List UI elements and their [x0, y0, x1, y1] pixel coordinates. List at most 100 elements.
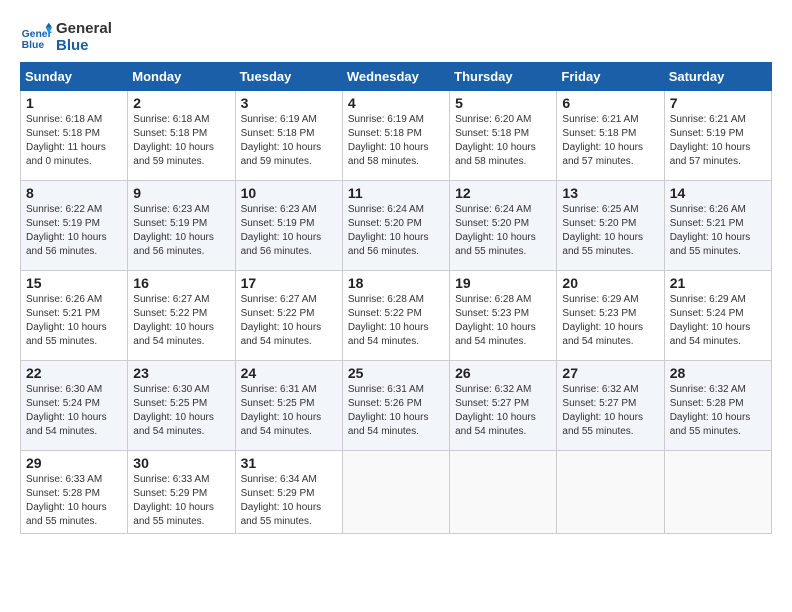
- day-info: Sunrise: 6:27 AM Sunset: 5:22 PM Dayligh…: [241, 293, 337, 349]
- day-number: 25: [348, 365, 444, 381]
- day-number: 14: [670, 185, 766, 201]
- day-number: 30: [133, 455, 229, 471]
- day-info: Sunrise: 6:30 AM Sunset: 5:25 PM Dayligh…: [133, 383, 229, 439]
- day-number: 5: [455, 95, 551, 111]
- day-number: 15: [26, 275, 122, 291]
- day-number: 18: [348, 275, 444, 291]
- calendar-cell: 22 Sunrise: 6:30 AM Sunset: 5:24 PM Dayl…: [21, 361, 128, 451]
- calendar-cell: 12 Sunrise: 6:24 AM Sunset: 5:20 PM Dayl…: [450, 181, 557, 271]
- calendar-cell: 25 Sunrise: 6:31 AM Sunset: 5:26 PM Dayl…: [342, 361, 449, 451]
- day-info: Sunrise: 6:18 AM Sunset: 5:18 PM Dayligh…: [26, 113, 122, 169]
- calendar-cell: 27 Sunrise: 6:32 AM Sunset: 5:27 PM Dayl…: [557, 361, 664, 451]
- day-number: 31: [241, 455, 337, 471]
- logo: General Blue General Blue: [20, 20, 112, 54]
- day-info: Sunrise: 6:27 AM Sunset: 5:22 PM Dayligh…: [133, 293, 229, 349]
- day-number: 17: [241, 275, 337, 291]
- calendar-cell: 15 Sunrise: 6:26 AM Sunset: 5:21 PM Dayl…: [21, 271, 128, 361]
- calendar-cell: 9 Sunrise: 6:23 AM Sunset: 5:19 PM Dayli…: [128, 181, 235, 271]
- day-info: Sunrise: 6:22 AM Sunset: 5:19 PM Dayligh…: [26, 203, 122, 259]
- day-number: 3: [241, 95, 337, 111]
- calendar-cell: 30 Sunrise: 6:33 AM Sunset: 5:29 PM Dayl…: [128, 451, 235, 534]
- day-number: 26: [455, 365, 551, 381]
- calendar-cell: 14 Sunrise: 6:26 AM Sunset: 5:21 PM Dayl…: [664, 181, 771, 271]
- day-number: 8: [26, 185, 122, 201]
- day-info: Sunrise: 6:23 AM Sunset: 5:19 PM Dayligh…: [241, 203, 337, 259]
- calendar-cell: [342, 451, 449, 534]
- day-number: 6: [562, 95, 658, 111]
- calendar-cell: 10 Sunrise: 6:23 AM Sunset: 5:19 PM Dayl…: [235, 181, 342, 271]
- calendar-cell: 5 Sunrise: 6:20 AM Sunset: 5:18 PM Dayli…: [450, 91, 557, 181]
- day-info: Sunrise: 6:26 AM Sunset: 5:21 PM Dayligh…: [670, 203, 766, 259]
- day-number: 7: [670, 95, 766, 111]
- calendar-cell: 13 Sunrise: 6:25 AM Sunset: 5:20 PM Dayl…: [557, 181, 664, 271]
- calendar-cell: 17 Sunrise: 6:27 AM Sunset: 5:22 PM Dayl…: [235, 271, 342, 361]
- calendar-cell: 2 Sunrise: 6:18 AM Sunset: 5:18 PM Dayli…: [128, 91, 235, 181]
- day-number: 16: [133, 275, 229, 291]
- day-number: 22: [26, 365, 122, 381]
- day-number: 1: [26, 95, 122, 111]
- calendar-header-row: SundayMondayTuesdayWednesdayThursdayFrid…: [21, 63, 772, 91]
- day-number: 20: [562, 275, 658, 291]
- logo-icon: General Blue: [20, 21, 52, 53]
- day-number: 9: [133, 185, 229, 201]
- calendar-cell: 18 Sunrise: 6:28 AM Sunset: 5:22 PM Dayl…: [342, 271, 449, 361]
- day-info: Sunrise: 6:32 AM Sunset: 5:27 PM Dayligh…: [562, 383, 658, 439]
- calendar-cell: 31 Sunrise: 6:34 AM Sunset: 5:29 PM Dayl…: [235, 451, 342, 534]
- day-info: Sunrise: 6:32 AM Sunset: 5:28 PM Dayligh…: [670, 383, 766, 439]
- calendar-cell: 8 Sunrise: 6:22 AM Sunset: 5:19 PM Dayli…: [21, 181, 128, 271]
- calendar-week-3: 15 Sunrise: 6:26 AM Sunset: 5:21 PM Dayl…: [21, 271, 772, 361]
- calendar-cell: 21 Sunrise: 6:29 AM Sunset: 5:24 PM Dayl…: [664, 271, 771, 361]
- day-info: Sunrise: 6:30 AM Sunset: 5:24 PM Dayligh…: [26, 383, 122, 439]
- day-info: Sunrise: 6:24 AM Sunset: 5:20 PM Dayligh…: [455, 203, 551, 259]
- day-number: 12: [455, 185, 551, 201]
- day-header-wednesday: Wednesday: [342, 63, 449, 91]
- day-info: Sunrise: 6:31 AM Sunset: 5:26 PM Dayligh…: [348, 383, 444, 439]
- day-number: 29: [26, 455, 122, 471]
- day-number: 23: [133, 365, 229, 381]
- day-header-tuesday: Tuesday: [235, 63, 342, 91]
- day-info: Sunrise: 6:28 AM Sunset: 5:23 PM Dayligh…: [455, 293, 551, 349]
- day-number: 19: [455, 275, 551, 291]
- calendar-cell: 26 Sunrise: 6:32 AM Sunset: 5:27 PM Dayl…: [450, 361, 557, 451]
- calendar-table: SundayMondayTuesdayWednesdayThursdayFrid…: [20, 62, 772, 534]
- calendar-cell: 29 Sunrise: 6:33 AM Sunset: 5:28 PM Dayl…: [21, 451, 128, 534]
- calendar-week-2: 8 Sunrise: 6:22 AM Sunset: 5:19 PM Dayli…: [21, 181, 772, 271]
- day-header-sunday: Sunday: [21, 63, 128, 91]
- day-info: Sunrise: 6:20 AM Sunset: 5:18 PM Dayligh…: [455, 113, 551, 169]
- calendar-cell: 1 Sunrise: 6:18 AM Sunset: 5:18 PM Dayli…: [21, 91, 128, 181]
- day-info: Sunrise: 6:29 AM Sunset: 5:23 PM Dayligh…: [562, 293, 658, 349]
- day-header-friday: Friday: [557, 63, 664, 91]
- day-header-saturday: Saturday: [664, 63, 771, 91]
- calendar-cell: 4 Sunrise: 6:19 AM Sunset: 5:18 PM Dayli…: [342, 91, 449, 181]
- day-number: 10: [241, 185, 337, 201]
- calendar-cell: 11 Sunrise: 6:24 AM Sunset: 5:20 PM Dayl…: [342, 181, 449, 271]
- day-info: Sunrise: 6:21 AM Sunset: 5:18 PM Dayligh…: [562, 113, 658, 169]
- calendar-cell: 19 Sunrise: 6:28 AM Sunset: 5:23 PM Dayl…: [450, 271, 557, 361]
- day-info: Sunrise: 6:26 AM Sunset: 5:21 PM Dayligh…: [26, 293, 122, 349]
- svg-text:Blue: Blue: [22, 40, 45, 51]
- day-info: Sunrise: 6:33 AM Sunset: 5:29 PM Dayligh…: [133, 473, 229, 529]
- calendar-cell: 3 Sunrise: 6:19 AM Sunset: 5:18 PM Dayli…: [235, 91, 342, 181]
- calendar-cell: 28 Sunrise: 6:32 AM Sunset: 5:28 PM Dayl…: [664, 361, 771, 451]
- day-info: Sunrise: 6:28 AM Sunset: 5:22 PM Dayligh…: [348, 293, 444, 349]
- calendar-cell: 7 Sunrise: 6:21 AM Sunset: 5:19 PM Dayli…: [664, 91, 771, 181]
- day-info: Sunrise: 6:32 AM Sunset: 5:27 PM Dayligh…: [455, 383, 551, 439]
- day-number: 27: [562, 365, 658, 381]
- day-number: 2: [133, 95, 229, 111]
- calendar-cell: [664, 451, 771, 534]
- day-info: Sunrise: 6:34 AM Sunset: 5:29 PM Dayligh…: [241, 473, 337, 529]
- day-number: 11: [348, 185, 444, 201]
- day-number: 28: [670, 365, 766, 381]
- calendar-cell: [557, 451, 664, 534]
- day-info: Sunrise: 6:25 AM Sunset: 5:20 PM Dayligh…: [562, 203, 658, 259]
- calendar-week-4: 22 Sunrise: 6:30 AM Sunset: 5:24 PM Dayl…: [21, 361, 772, 451]
- calendar-week-5: 29 Sunrise: 6:33 AM Sunset: 5:28 PM Dayl…: [21, 451, 772, 534]
- day-info: Sunrise: 6:18 AM Sunset: 5:18 PM Dayligh…: [133, 113, 229, 169]
- day-info: Sunrise: 6:24 AM Sunset: 5:20 PM Dayligh…: [348, 203, 444, 259]
- calendar-cell: 16 Sunrise: 6:27 AM Sunset: 5:22 PM Dayl…: [128, 271, 235, 361]
- calendar-week-1: 1 Sunrise: 6:18 AM Sunset: 5:18 PM Dayli…: [21, 91, 772, 181]
- calendar-cell: 23 Sunrise: 6:30 AM Sunset: 5:25 PM Dayl…: [128, 361, 235, 451]
- day-number: 13: [562, 185, 658, 201]
- page-header: General Blue General Blue: [20, 20, 772, 54]
- logo-text: General Blue: [56, 20, 112, 54]
